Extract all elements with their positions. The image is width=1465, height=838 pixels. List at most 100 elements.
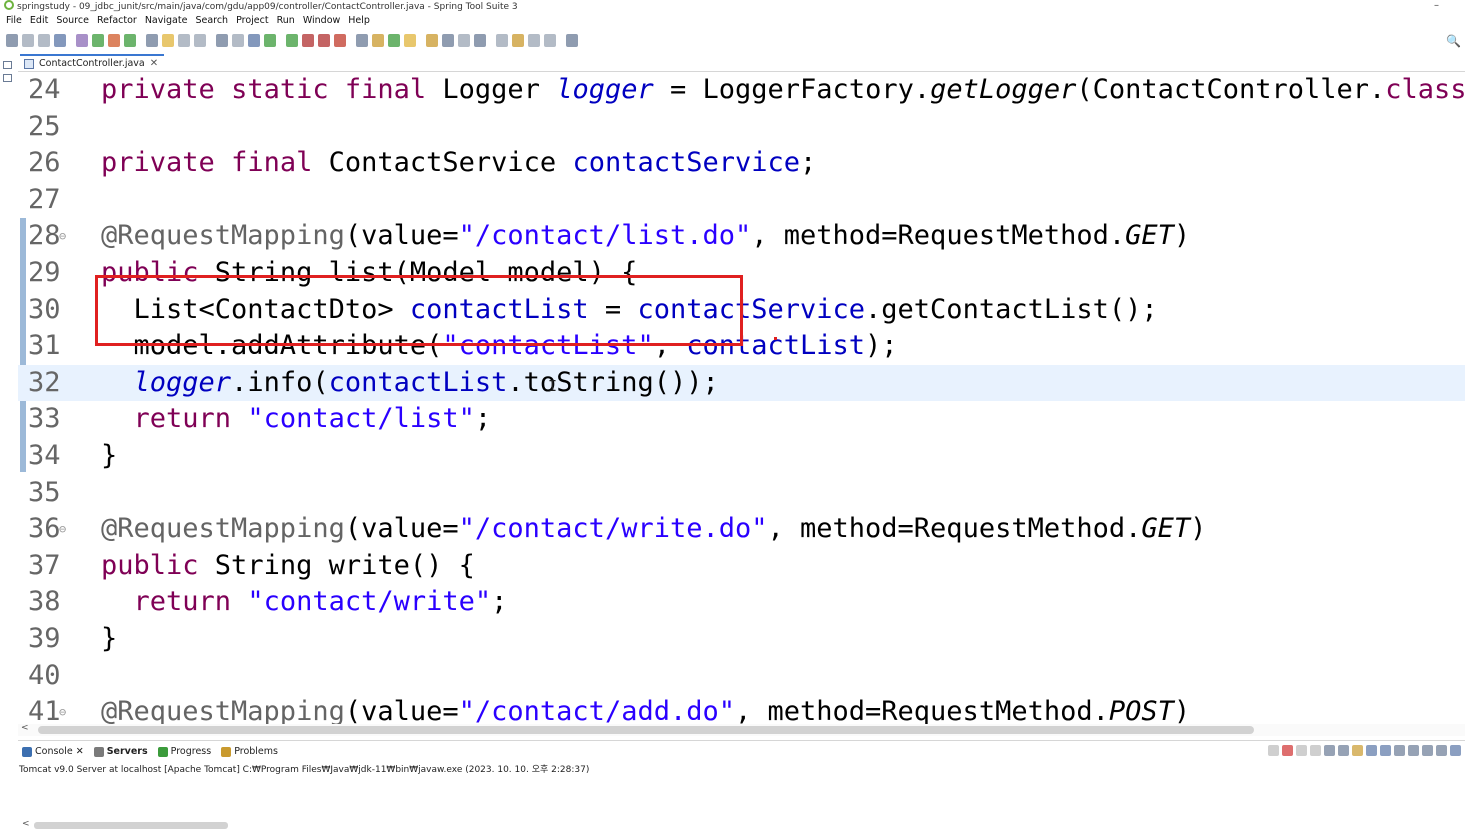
code-line[interactable]: 24 private static final Logger logger = L… [18,72,1465,109]
toolbar-button-icon[interactable] [388,34,400,47]
code-line[interactable]: 38 return "contact/write"; [18,584,1465,621]
minimize-button[interactable]: – [1434,0,1439,11]
tab-console[interactable]: Console ✕ [22,744,84,760]
code-line[interactable]: 32 logger.info(contactList.toString()); [18,364,1465,402]
toolbar-button-icon[interactable] [92,34,104,47]
console-tool-icon[interactable] [1282,745,1293,756]
code-line[interactable]: 36 ⊖ @RequestMapping(value="/contact/write… [18,511,1465,548]
console-tool-icon[interactable] [1296,745,1307,756]
code-line[interactable]: 34} [18,438,1465,475]
toolbar-button-icon[interactable] [372,34,384,47]
code-text[interactable]: logger.info(contactList.toString()); [101,365,719,402]
code-line[interactable]: 33 return "contact/list"; [18,401,1465,438]
console-horizontal-scrollbar[interactable]: < [18,819,1465,831]
console-tool-icon[interactable] [1408,745,1419,756]
toolbar-button-icon[interactable] [248,34,260,47]
code-line[interactable]: 39} [18,621,1465,658]
toolbar-button-icon[interactable] [22,34,34,47]
toolbar-button-icon[interactable] [528,34,540,47]
package-explorer-icon[interactable] [3,74,12,82]
toolbar-button-icon[interactable] [146,34,158,47]
code-text[interactable]: return "contact/list"; [101,401,492,438]
code-text[interactable]: private final ContactService contactServ… [101,145,816,182]
toolbar-button-icon[interactable] [458,34,470,47]
fold-toggle-icon[interactable]: ⊖ [59,694,66,724]
code-text[interactable]: @RequestMapping(value="/contact/add.do",… [101,694,1190,724]
console-tool-icon[interactable] [1352,745,1363,756]
toolbar-button-icon[interactable] [334,34,346,47]
toolbar-button-icon[interactable] [426,34,438,47]
code-line[interactable]: 40 [18,658,1465,695]
console-tool-icon[interactable] [1366,745,1377,756]
console-tool-icon[interactable] [1310,745,1321,756]
code-text[interactable]: return "contact/write"; [101,584,508,621]
code-text[interactable]: public String write() { [101,548,475,585]
tab-problems[interactable]: Problems [221,744,278,760]
search-icon[interactable]: 🔍 [1446,34,1461,48]
toolbar-button-icon[interactable] [108,34,120,47]
menu-run[interactable]: Run [273,13,299,29]
menu-navigate[interactable]: Navigate [141,13,192,29]
restore-icon[interactable] [3,61,12,69]
code-text[interactable]: @RequestMapping(value="/contact/write.do… [101,511,1206,548]
toolbar-button-icon[interactable] [286,34,298,47]
toolbar-button-icon[interactable] [194,34,206,47]
console-tool-icon[interactable] [1394,745,1405,756]
fold-toggle-icon[interactable]: ⊖ [59,511,66,548]
editor-horizontal-scrollbar[interactable]: < [18,723,1465,736]
toolbar-button-icon[interactable] [124,34,136,47]
scroll-left-icon[interactable]: < [21,723,29,733]
tab-servers[interactable]: Servers [93,744,148,760]
scrollbar-thumb[interactable] [34,822,228,829]
toolbar-button-icon[interactable] [404,34,416,47]
toolbar-button-icon[interactable] [474,34,486,47]
code-line[interactable]: 35 [18,475,1465,512]
console-tool-icon[interactable] [1380,745,1391,756]
menu-source[interactable]: Source [52,13,93,29]
toolbar-button-icon[interactable] [496,34,508,47]
editor-tab-contactcontroller[interactable]: ContactController.java ✕ [20,54,165,71]
console-tool-icon[interactable] [1338,745,1349,756]
scroll-left-icon[interactable]: < [22,819,30,829]
code-text[interactable]: private static final Logger logger = Log… [101,72,1465,109]
code-editor[interactable]: 24 private static final Logger logger = L… [18,72,1465,724]
scrollbar-thumb[interactable] [38,726,1254,734]
menu-edit[interactable]: Edit [26,13,52,29]
toolbar-button-icon[interactable] [544,34,556,47]
tab-progress[interactable]: Progress [157,744,211,760]
toolbar-button-icon[interactable] [442,34,454,47]
toolbar-button-icon[interactable] [54,34,66,47]
code-line[interactable]: 27 [18,182,1465,219]
console-tool-icon[interactable] [1450,745,1461,756]
console-tool-icon[interactable] [1268,745,1279,756]
toolbar-button-icon[interactable] [178,34,190,47]
code-line[interactable]: 25 [18,109,1465,146]
toolbar-button-icon[interactable] [302,34,314,47]
toolbar-button-icon[interactable] [76,34,88,47]
toolbar-button-icon[interactable] [318,34,330,47]
code-line[interactable]: 28 ⊖ @RequestMapping(value="/contact/list.… [18,218,1465,255]
console-tool-icon[interactable] [1436,745,1447,756]
console-tool-icon[interactable] [1422,745,1433,756]
toolbar-button-icon[interactable] [512,34,524,47]
toolbar-button-icon[interactable] [6,34,18,47]
code-text[interactable]: } [101,438,117,475]
toolbar-button-icon[interactable] [232,34,244,47]
toolbar-button-icon[interactable] [216,34,228,47]
toolbar-button-icon[interactable] [356,34,368,47]
menu-help[interactable]: Help [344,13,374,29]
menu-refactor[interactable]: Refactor [93,13,141,29]
fold-toggle-icon[interactable]: ⊖ [59,218,66,255]
close-icon[interactable]: ✕ [150,57,158,71]
code-text[interactable]: } [101,621,117,658]
toolbar-button-icon[interactable] [264,34,276,47]
close-icon[interactable]: ✕ [76,744,84,760]
toolbar-button-icon[interactable] [38,34,50,47]
menu-file[interactable]: File [0,13,26,29]
toolbar-button-icon[interactable] [162,34,174,47]
menu-search[interactable]: Search [191,13,232,29]
menu-window[interactable]: Window [299,13,344,29]
menu-project[interactable]: Project [232,13,273,29]
code-line[interactable]: 37 public String write() { [18,548,1465,585]
code-line[interactable]: 26 private final ContactService contactSe… [18,145,1465,182]
